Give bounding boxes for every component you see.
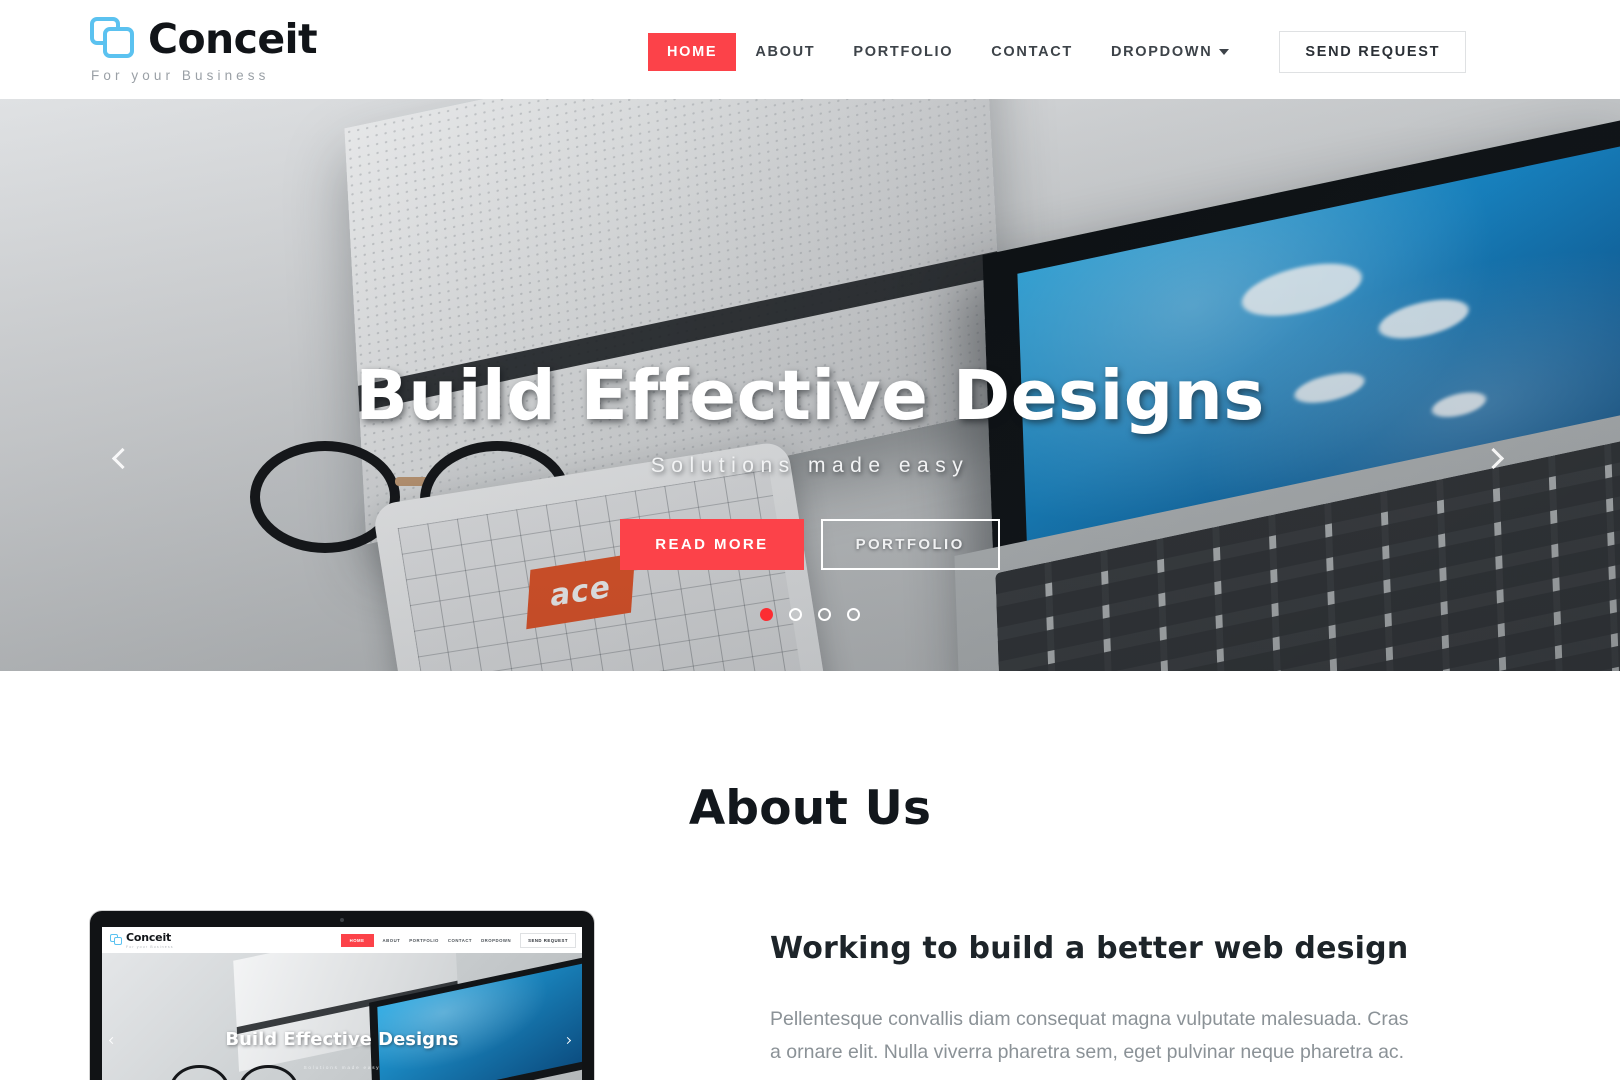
brand-logo-block[interactable]: Conceit For your Business: [90, 14, 318, 83]
read-more-button[interactable]: READ MORE: [620, 519, 804, 571]
chevron-right-icon: [1482, 447, 1505, 470]
about-section-title: About Us: [688, 781, 932, 836]
about-text-column: Working to build a better web design Pel…: [770, 911, 1530, 1080]
about-body: Conceit For your Business HOME ABOUT POR…: [0, 911, 1620, 1080]
mockup-chevron-right-icon: [563, 1036, 574, 1047]
webcam-icon: [340, 918, 344, 922]
hero-title: Build Effective Designs: [355, 356, 1265, 436]
carousel-indicators: [0, 608, 1620, 621]
chevron-down-icon: [1219, 49, 1230, 56]
nav-item-portfolio[interactable]: PORTFOLIO: [834, 33, 972, 71]
hero-content: Build Effective Designs Solutions made e…: [0, 99, 1620, 671]
mockup-nav-contact: CONTACT: [447, 937, 473, 943]
site-header: Conceit For your Business HOME ABOUT POR…: [0, 0, 1620, 99]
stacked-squares-icon: [90, 17, 138, 61]
mockup-logo-icon: [110, 934, 123, 946]
carousel-dot-4[interactable]: [847, 608, 860, 621]
carousel-dot-3[interactable]: [818, 608, 831, 621]
mockup-nav-about: ABOUT: [382, 937, 401, 943]
hero-button-group: READ MORE PORTFOLIO: [620, 519, 1000, 571]
carousel-dot-1[interactable]: [760, 608, 773, 621]
nav-item-home[interactable]: HOME: [648, 33, 737, 71]
about-image-column: Conceit For your Business HOME ABOUT POR…: [90, 911, 710, 1080]
hero-carousel: ace Build Effective Designs Solutions ma…: [0, 99, 1620, 671]
mockup-nav-dropdown: DROPDOWN: [481, 937, 512, 943]
laptop-mockup: Conceit For your Business HOME ABOUT POR…: [90, 911, 594, 1080]
send-request-button[interactable]: SEND REQUEST: [1279, 31, 1467, 73]
mockup-hero: Build Effective Designs Solutions made e…: [102, 953, 582, 1080]
main-navigation: HOME ABOUT PORTFOLIO CONTACT DROPDOWN SE…: [648, 31, 1467, 73]
brand-tagline: For your Business: [91, 68, 270, 83]
about-section: About Us Conceit For your Business HOME …: [0, 671, 1620, 1080]
chevron-left-icon: [111, 447, 134, 470]
mockup-nav-portfolio: PORTFOLIO: [409, 937, 439, 943]
about-paragraph: Pellentesque convallis diam consequat ma…: [770, 1008, 1409, 1063]
nav-item-dropdown-label: DROPDOWN: [1110, 44, 1213, 60]
mockup-brand-name: Conceit: [126, 931, 172, 944]
carousel-dot-2[interactable]: [789, 608, 802, 621]
hero-subtitle: Solutions made easy: [650, 454, 970, 478]
brand-name: Conceit: [148, 14, 318, 63]
mockup-nav-home: HOME: [340, 933, 374, 947]
mockup-brand-tagline: For your Business: [126, 945, 174, 949]
mockup-send-request: SEND REQUEST: [520, 932, 576, 948]
about-heading: Working to build a better web design: [770, 931, 1409, 966]
carousel-next-button[interactable]: [1482, 443, 1514, 475]
nav-item-dropdown[interactable]: DROPDOWN: [1092, 33, 1248, 71]
mockup-hero-title: Build Effective Designs: [225, 1028, 459, 1050]
carousel-prev-button[interactable]: [106, 443, 138, 475]
mockup-navbar: Conceit For your Business HOME ABOUT POR…: [102, 927, 582, 953]
nav-item-contact[interactable]: CONTACT: [972, 33, 1092, 71]
mockup-chevron-left-icon: [108, 1036, 119, 1047]
nav-item-about[interactable]: ABOUT: [736, 33, 834, 71]
portfolio-button[interactable]: PORTFOLIO: [820, 519, 1000, 571]
mockup-hero-subtitle: Solutions made easy: [303, 1064, 381, 1070]
